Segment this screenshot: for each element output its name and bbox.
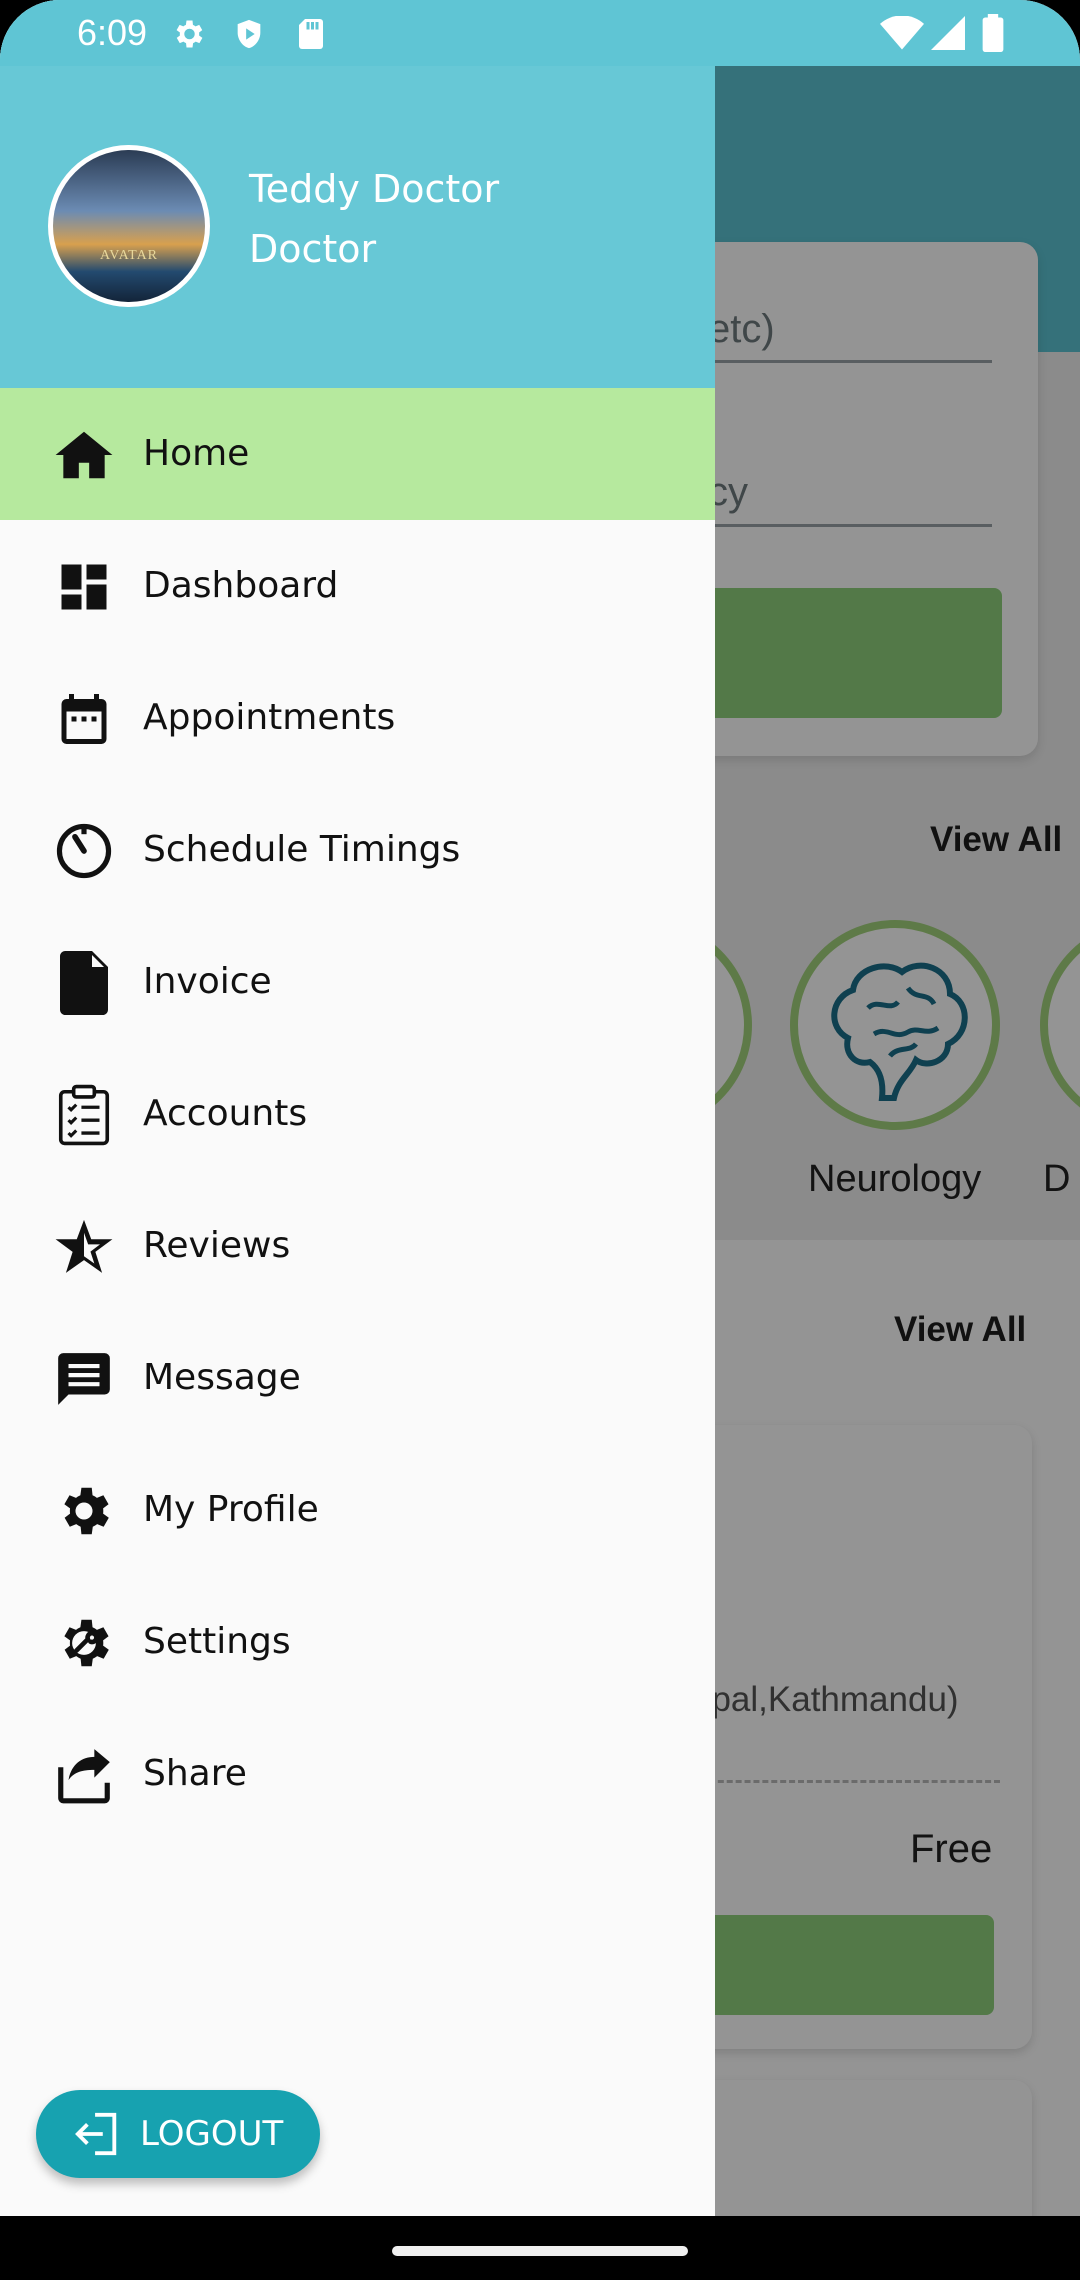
timer-icon: [53, 820, 115, 882]
menu-item-appointments[interactable]: Appointments: [0, 652, 715, 784]
logout-icon: [75, 2112, 117, 2156]
dashboard-icon: [53, 556, 115, 618]
home-gesture-handle[interactable]: [392, 2246, 688, 2256]
menu-label-invoice: Invoice: [143, 961, 272, 1002]
document-icon: [53, 951, 115, 1015]
home-icon: [53, 424, 115, 486]
menu-item-invoice[interactable]: Invoice: [0, 916, 715, 1048]
signal-icon: [931, 16, 965, 50]
calendar-icon: [53, 688, 115, 750]
wifi-icon: [880, 16, 924, 50]
drawer-menu: Home Dashboard Appointments Schedule Tim…: [0, 388, 715, 1840]
menu-item-my-profile[interactable]: My Profile: [0, 1444, 715, 1576]
menu-item-home[interactable]: Home: [0, 388, 715, 520]
user-role: Doctor: [249, 227, 377, 271]
message-icon: [53, 1348, 115, 1410]
status-bar: 6:09: [0, 0, 1080, 66]
menu-label-dashboard: Dashboard: [143, 565, 339, 606]
menu-label-reviews: Reviews: [143, 1225, 291, 1266]
menu-item-dashboard[interactable]: Dashboard: [0, 520, 715, 652]
avatar-image: AVATAR: [53, 150, 205, 302]
menu-item-reviews[interactable]: Reviews: [0, 1180, 715, 1312]
menu-item-accounts[interactable]: Accounts: [0, 1048, 715, 1180]
clipboard-icon: [53, 1084, 115, 1146]
settings-icon: [176, 20, 203, 48]
menu-item-message[interactable]: Message: [0, 1312, 715, 1444]
menu-label-home: Home: [143, 433, 250, 474]
menu-label-share: Share: [143, 1753, 247, 1794]
screen: etc) cy View All Neurology D View All ep…: [0, 0, 1080, 2280]
avatar[interactable]: AVATAR: [48, 145, 210, 307]
user-name: Teddy Doctor: [249, 167, 500, 211]
menu-item-schedule-timings[interactable]: Schedule Timings: [0, 784, 715, 916]
logout-button[interactable]: LOGOUT: [36, 2090, 320, 2178]
system-navigation-bar: [0, 2216, 1080, 2280]
settings-wrench-icon: [53, 1612, 115, 1674]
menu-item-share[interactable]: Share: [0, 1708, 715, 1840]
menu-label-my-profile: My Profile: [143, 1489, 319, 1530]
battery-icon: [982, 14, 1004, 52]
shield-play-icon: [237, 19, 261, 49]
navigation-drawer: AVATAR Teddy Doctor Doctor Home Dashboar…: [0, 0, 715, 2216]
menu-label-settings: Settings: [143, 1621, 291, 1662]
sd-card-icon: [299, 19, 323, 49]
avatar-image-caption: AVATAR: [99, 248, 159, 263]
status-time: 6:09: [77, 12, 148, 53]
logout-label: LOGOUT: [140, 2114, 284, 2154]
menu-item-settings[interactable]: Settings: [0, 1576, 715, 1708]
gear-icon: [53, 1480, 115, 1542]
menu-label-message: Message: [143, 1357, 301, 1398]
menu-label-schedule-timings: Schedule Timings: [143, 829, 461, 870]
share-icon: [53, 1744, 115, 1806]
star-icon: [53, 1216, 115, 1278]
menu-label-appointments: Appointments: [143, 697, 396, 738]
menu-label-accounts: Accounts: [143, 1093, 308, 1134]
